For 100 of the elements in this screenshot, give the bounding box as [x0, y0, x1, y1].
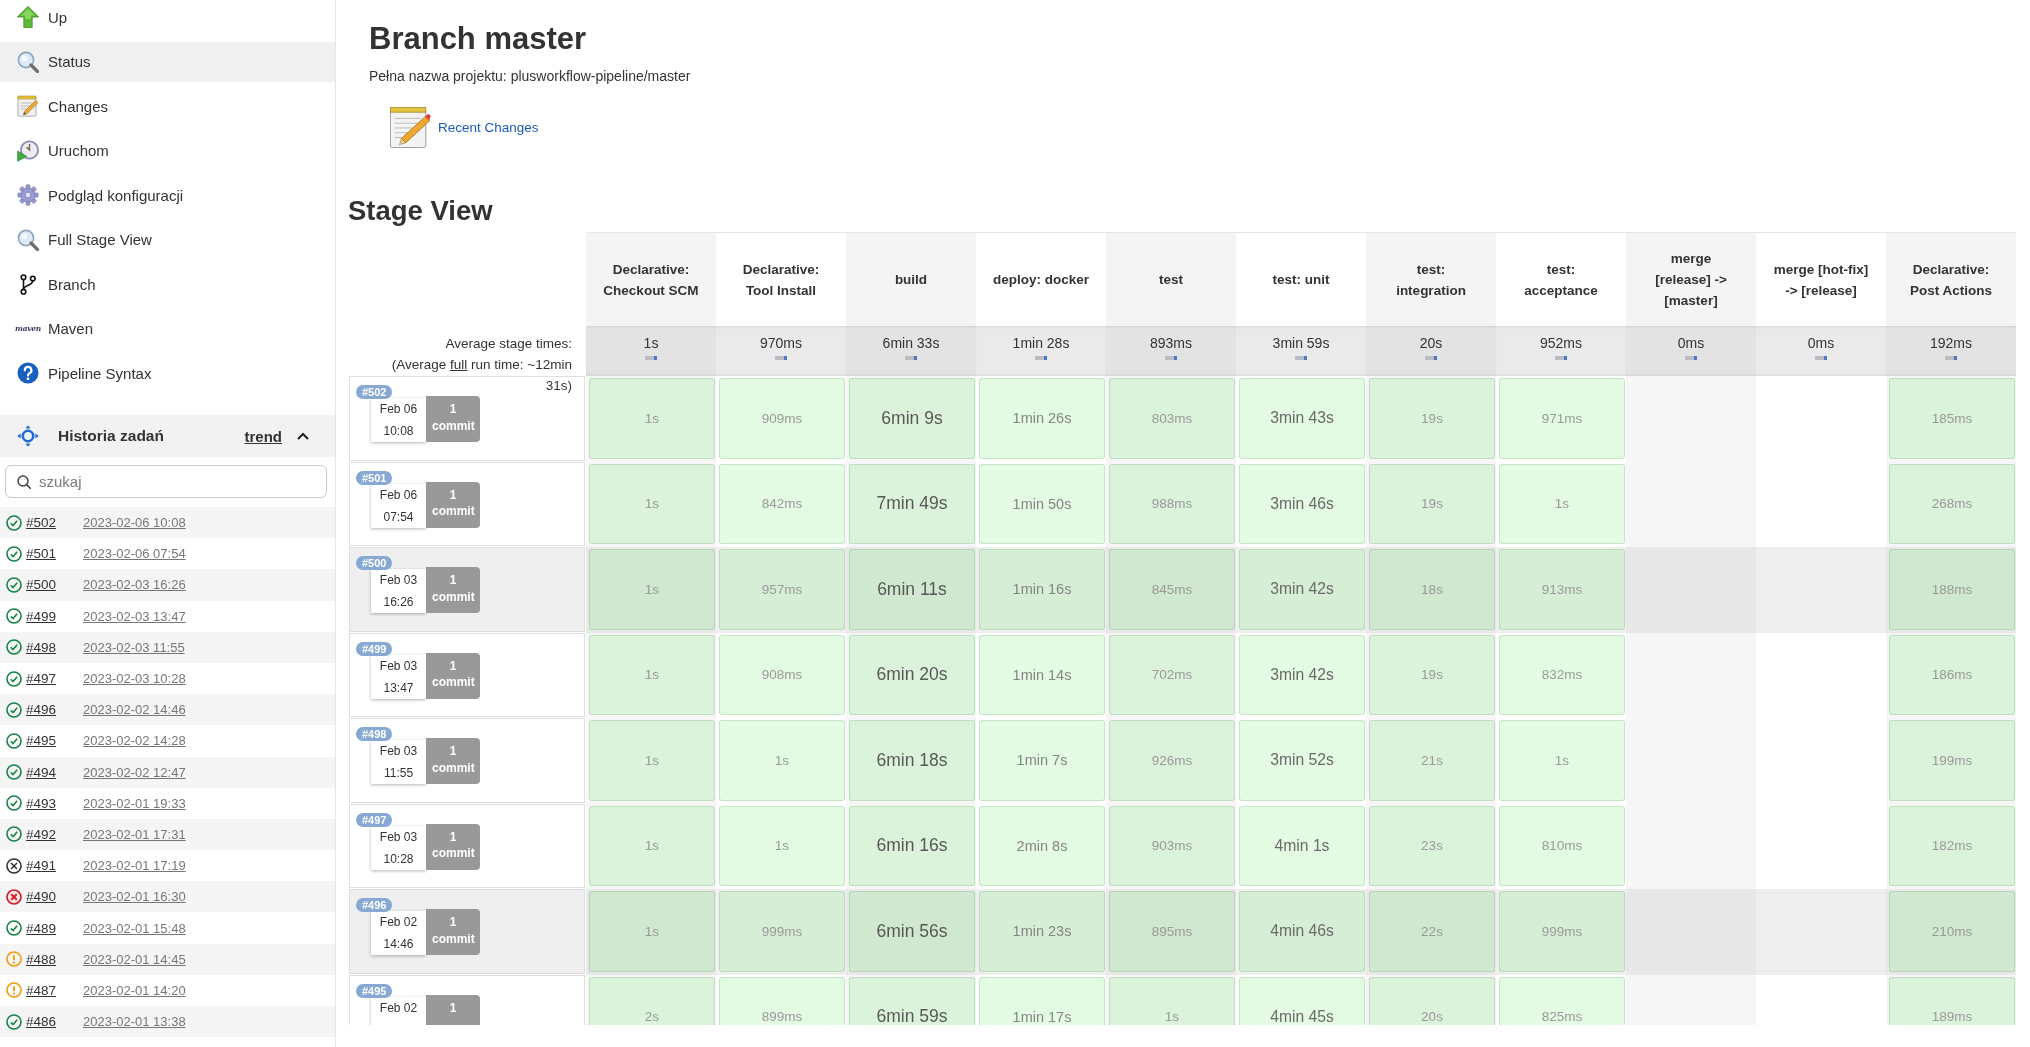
stage-duration[interactable]: 21s	[1369, 720, 1495, 801]
stage-duration[interactable]: 832ms	[1499, 634, 1625, 715]
stage-duration[interactable]: 2s	[589, 976, 715, 1025]
stage-duration[interactable]: 19s	[1369, 634, 1495, 715]
stage-duration[interactable]: 3min 42s	[1239, 634, 1365, 715]
build-date-link[interactable]: 2023-02-01 19:33	[83, 795, 186, 811]
stage-duration[interactable]: 6min 59s	[849, 976, 975, 1025]
stage-duration[interactable]: 189ms	[1889, 976, 2015, 1025]
build-badge[interactable]: #500	[356, 556, 393, 570]
build-date-link[interactable]: 2023-02-01 17:19	[83, 858, 186, 874]
stage-duration[interactable]: 1s	[589, 634, 715, 715]
sidebar-item[interactable]: Changes	[0, 86, 335, 126]
stage-duration[interactable]: 4min 1s	[1239, 805, 1365, 886]
stage-duration[interactable]: 188ms	[1889, 549, 2015, 630]
stage-duration[interactable]: 3min 46s	[1239, 463, 1365, 544]
stage-duration[interactable]: 1min 16s	[979, 549, 1105, 630]
build-badge[interactable]: #499	[356, 641, 393, 656]
stage-duration[interactable]: 803ms	[1109, 378, 1235, 459]
commits-button[interactable]: 1 commit	[426, 481, 480, 528]
build-date-link[interactable]: 2023-02-01 13:38	[83, 1014, 186, 1030]
stage-duration[interactable]: 903ms	[1109, 805, 1235, 886]
build-number-link[interactable]: #488	[26, 951, 83, 967]
stage-duration[interactable]: 908ms	[719, 634, 845, 715]
chevron-up-icon[interactable]	[297, 432, 309, 440]
commits-button[interactable]: 1 commit	[426, 909, 480, 955]
stage-duration[interactable]: 1s	[589, 378, 715, 459]
build-number-link[interactable]: #489	[26, 920, 83, 936]
build-number-link[interactable]: #491	[26, 858, 83, 874]
stage-duration[interactable]: 845ms	[1109, 549, 1235, 630]
commits-button[interactable]: 1 commit	[426, 738, 480, 784]
stage-duration[interactable]: 1s	[589, 805, 715, 886]
stage-duration[interactable]: 1min 14s	[979, 634, 1105, 715]
build-number-link[interactable]: #490	[26, 889, 83, 905]
sidebar-item[interactable]: Status	[0, 41, 335, 82]
build-date-link[interactable]: 2023-02-01 14:45	[83, 951, 186, 967]
search-field[interactable]: szukaj	[5, 465, 327, 498]
stage-duration[interactable]: 18s	[1369, 549, 1495, 630]
stage-duration[interactable]: 4min 46s	[1239, 891, 1365, 972]
commits-button[interactable]: 1 commit	[426, 396, 480, 442]
stage-duration[interactable]: 199ms	[1889, 720, 2015, 801]
stage-duration[interactable]: 1min 50s	[979, 463, 1105, 544]
sidebar-item[interactable]: Full Stage View	[0, 219, 335, 260]
commits-button[interactable]: 1 commit	[426, 567, 480, 613]
stage-duration[interactable]: 182ms	[1889, 805, 2015, 886]
build-number-link[interactable]: #494	[26, 764, 83, 780]
stage-duration[interactable]: 3min 43s	[1239, 378, 1365, 459]
stage-duration[interactable]: 1s	[719, 805, 845, 886]
stage-duration[interactable]: 22s	[1369, 891, 1495, 972]
stage-duration[interactable]: 913ms	[1499, 549, 1625, 630]
build-number-link[interactable]: #492	[26, 826, 83, 842]
stage-duration[interactable]: 186ms	[1889, 634, 2015, 715]
stage-duration[interactable]: 1s	[719, 720, 845, 801]
stage-duration[interactable]: 6min 16s	[849, 805, 975, 886]
sidebar-item[interactable]: Podgląd konfiguracji	[0, 175, 335, 215]
build-badge[interactable]: #495	[356, 983, 393, 998]
build-number-link[interactable]: #497	[26, 671, 83, 687]
build-date-link[interactable]: 2023-02-01 14:20	[83, 982, 186, 998]
full-run-time-link[interactable]: full	[450, 356, 468, 372]
stage-duration[interactable]: 6min 18s	[849, 720, 975, 801]
commits-button[interactable]: 1 commit	[426, 652, 480, 699]
commits-button[interactable]: 1 commit	[426, 823, 480, 870]
stage-duration[interactable]: 842ms	[719, 463, 845, 544]
build-date-link[interactable]: 2023-02-02 12:47	[83, 764, 186, 780]
stage-duration[interactable]: 6min 11s	[849, 549, 975, 630]
sidebar-item[interactable]: Pipeline Syntax	[0, 353, 335, 393]
stage-duration[interactable]: 988ms	[1109, 463, 1235, 544]
stage-duration[interactable]: 185ms	[1889, 378, 2015, 459]
stage-duration[interactable]: 895ms	[1109, 891, 1235, 972]
stage-duration[interactable]: 7min 49s	[849, 463, 975, 544]
stage-duration[interactable]: 1s	[589, 720, 715, 801]
build-date-link[interactable]: 2023-02-02 14:46	[83, 702, 186, 718]
stage-duration[interactable]: 20s	[1369, 976, 1495, 1025]
stage-duration[interactable]: 971ms	[1499, 378, 1625, 459]
stage-duration[interactable]: 23s	[1369, 805, 1495, 886]
build-number-link[interactable]: #501	[26, 546, 83, 562]
stage-duration[interactable]: 1min 7s	[979, 720, 1105, 801]
stage-duration[interactable]: 1s	[1499, 720, 1625, 801]
stage-duration[interactable]: 825ms	[1499, 976, 1625, 1025]
stage-duration[interactable]: 1min 23s	[979, 891, 1105, 972]
stage-duration[interactable]: 957ms	[719, 549, 845, 630]
stage-duration[interactable]: 1s	[1499, 463, 1625, 544]
build-date-link[interactable]: 2023-02-01 16:30	[83, 889, 186, 905]
build-badge[interactable]: #498	[356, 727, 393, 741]
stage-duration[interactable]: 210ms	[1889, 891, 2015, 972]
build-badge[interactable]: #497	[356, 812, 393, 827]
sidebar-item[interactable]: Branch	[0, 264, 335, 304]
build-number-link[interactable]: #499	[26, 608, 83, 624]
build-number-link[interactable]: #495	[26, 733, 83, 749]
build-badge[interactable]: #496	[356, 898, 393, 912]
build-date-link[interactable]: 2023-02-06 10:08	[83, 515, 186, 531]
stage-duration[interactable]: 1s	[589, 463, 715, 544]
build-date-link[interactable]: 2023-02-03 13:47	[83, 608, 186, 624]
build-date-link[interactable]: 2023-02-01 15:48	[83, 920, 186, 936]
build-number-link[interactable]: #493	[26, 795, 83, 811]
build-number-link[interactable]: #502	[26, 515, 83, 531]
stage-duration[interactable]: 1s	[1109, 976, 1235, 1025]
recent-changes-link[interactable]: Recent Changes	[438, 119, 539, 135]
stage-duration[interactable]: 6min 20s	[849, 634, 975, 715]
stage-duration[interactable]: 702ms	[1109, 634, 1235, 715]
stage-duration[interactable]: 909ms	[719, 378, 845, 459]
